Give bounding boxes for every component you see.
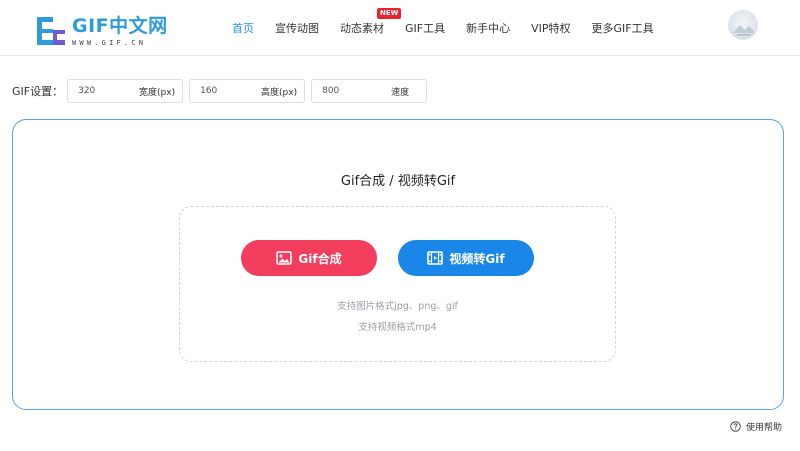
upload-dropzone[interactable]: Gif合成 视频转Gif 支持图片格式jpg、png、gif 支持视频格式mp4: [179, 206, 616, 362]
nav-item-label: 动态素材: [340, 22, 384, 35]
user-avatar[interactable]: [728, 10, 758, 40]
video-to-gif-label: 视频转Gif: [449, 251, 505, 266]
question-circle-icon: [730, 421, 741, 432]
gif-compose-button[interactable]: Gif合成: [241, 240, 377, 276]
width-field[interactable]: 320 宽度(px): [67, 79, 184, 103]
nav-item-home[interactable]: 首页: [232, 20, 254, 36]
nav-item-gif-tools[interactable]: GIF工具: [405, 20, 445, 36]
help-link[interactable]: 使用帮助: [730, 420, 782, 433]
help-label: 使用帮助: [746, 423, 783, 433]
nav-item-vip[interactable]: VIP特权: [531, 20, 570, 36]
height-field[interactable]: 160 高度(px): [189, 79, 306, 103]
speed-value: 800: [322, 86, 340, 96]
nav-item-promo-gifs[interactable]: 宣传动图: [275, 20, 319, 36]
height-unit: 高度(px): [261, 87, 298, 98]
panel-title: Gif合成 / 视频转Gif: [340, 174, 456, 189]
site-logo[interactable]: GIF中文网 WWW.GIF.CN: [36, 16, 168, 50]
settings-label: GIF设置：: [12, 85, 64, 98]
nav-item-more-tools[interactable]: 更多GIF工具: [592, 20, 654, 36]
main-nav: 首页 宣传动图 动态素材 NEW GIF工具 新手中心 VIP特权 更多GIF工…: [232, 0, 675, 56]
gif-logo-icon: [37, 17, 65, 45]
video-format-hint: 支持视频格式mp4: [358, 322, 437, 333]
width-value: 320: [78, 86, 96, 96]
upload-panel: Gif合成 / 视频转Gif Gif合成 视频转Gif 支持图片格式jpg、pn…: [12, 119, 784, 410]
speed-field[interactable]: 800 速度: [311, 79, 428, 103]
speed-unit: 速度: [391, 87, 410, 98]
image-format-hint: 支持图片格式jpg、png、gif: [337, 301, 458, 312]
video-to-gif-button[interactable]: 视频转Gif: [398, 240, 534, 276]
gif-settings-row: GIF设置： 320 宽度(px) 160 高度(px) 800 速度: [12, 79, 433, 103]
nav-item-dynamic-assets[interactable]: 动态素材 NEW: [340, 8, 402, 36]
logo-subtitle: WWW.GIF.CN: [72, 39, 147, 47]
top-header: GIF中文网 WWW.GIF.CN 首页 宣传动图 动态素材 NEW GIF工具…: [0, 0, 800, 56]
gif-compose-label: Gif合成: [298, 251, 342, 266]
image-icon: [276, 251, 293, 265]
logo-title: GIF中文网: [72, 15, 168, 37]
avatar-image-icon: [733, 25, 756, 36]
film-icon: [427, 251, 444, 265]
height-value: 160: [200, 86, 218, 96]
new-badge: NEW: [377, 8, 402, 19]
width-unit: 宽度(px): [139, 87, 176, 98]
nav-item-beginner-center[interactable]: 新手中心: [466, 20, 510, 36]
